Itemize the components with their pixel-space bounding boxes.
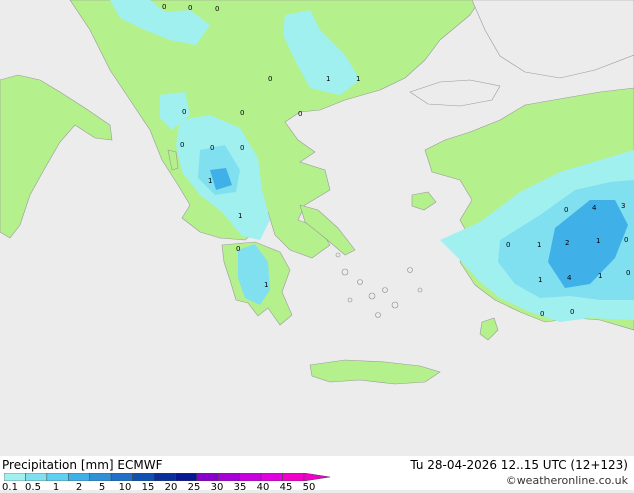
- map-value-label: 1: [356, 75, 360, 83]
- legend-swatch: [25, 473, 48, 481]
- legend-title: Precipitation [mm] ECMWF: [2, 458, 162, 472]
- map-value-label: 3: [621, 202, 625, 210]
- map-value-label: 1: [208, 177, 212, 185]
- map-value-label: 0: [188, 4, 192, 12]
- legend-swatch: [175, 473, 198, 481]
- map-value-label: 0: [236, 245, 240, 253]
- map-value-label: 0: [182, 108, 186, 116]
- legend-swatch: [110, 473, 133, 481]
- map-value-label: 0: [210, 144, 214, 152]
- legend-tick-label: 15: [141, 482, 155, 493]
- map-value-label: 0: [506, 241, 510, 249]
- map-value-label: 1: [238, 212, 242, 220]
- map-value-label: 0: [564, 206, 568, 214]
- map-value-label: 0: [180, 141, 184, 149]
- legend-tick-label: 0.1: [2, 482, 18, 493]
- map-value-label: 0: [570, 308, 574, 316]
- legend-tick-label: 25: [187, 482, 201, 493]
- legend-swatch: [239, 473, 262, 481]
- legend-tick-label: 30: [210, 482, 224, 493]
- map-value-label: 0: [240, 109, 244, 117]
- credit-text: ©weatheronline.co.uk: [505, 474, 628, 487]
- legend-swatch: [89, 473, 112, 481]
- map-value-label: 1: [537, 241, 541, 249]
- map-value-label: 0: [162, 3, 166, 11]
- map-value-label: 1: [264, 281, 268, 289]
- legend-tick-label: 5: [98, 482, 106, 493]
- map-value-label: 0: [298, 110, 302, 118]
- legend-tick-label: 0.5: [25, 482, 41, 493]
- legend-swatch: [4, 473, 26, 481]
- map-value-label: 4: [567, 274, 572, 282]
- map-value-label: 1: [326, 75, 330, 83]
- legend-arrow: [303, 473, 330, 481]
- map-value-label: 1: [538, 276, 542, 284]
- legend-variable: Precipitation [mm]: [2, 458, 114, 472]
- map-value-label: 1: [598, 272, 602, 280]
- map-value-label: 4: [592, 204, 597, 212]
- legend-swatch: [46, 473, 69, 481]
- legend-tick-label: 50: [302, 482, 316, 493]
- forecast-datetime: Tu 28-04-2026 12..15 UTC (12+123): [410, 458, 628, 472]
- map-value-label: 0: [540, 310, 544, 318]
- legend-swatch: [196, 473, 219, 481]
- legend-swatch: [153, 473, 176, 481]
- map-value-label: 1: [596, 237, 600, 245]
- map-value-label: 0: [626, 269, 630, 277]
- legend-tick-label: 35: [233, 482, 247, 493]
- legend-tick-label: 1: [52, 482, 60, 493]
- legend-model: ECMWF: [117, 458, 163, 472]
- legend-swatch: [282, 473, 305, 481]
- map-value-label: 0: [268, 75, 272, 83]
- map-value-label: 0: [240, 144, 244, 152]
- legend-tick-label: 20: [164, 482, 178, 493]
- legend-tick-label: 40: [256, 482, 270, 493]
- legend-tick-label: 10: [118, 482, 132, 493]
- map-value-label: 2: [565, 239, 569, 247]
- legend-tick-label: 2: [75, 482, 83, 493]
- legend-swatch: [218, 473, 240, 481]
- legend-swatch: [68, 473, 90, 481]
- map-value-label: 0: [215, 5, 219, 13]
- map-frame: 0 0 0 0 1 1 0 0 0 0 0 0 1 0 1 0 4 3 0 1 …: [0, 0, 634, 493]
- map-value-label: 0: [624, 236, 628, 244]
- precipitation-map: 0 0 0 0 1 1 0 0 0 0 0 0 1 0 1 0 4 3 0 1 …: [0, 0, 634, 472]
- legend-tick-label: 45: [279, 482, 293, 493]
- legend-footer: Precipitation [mm] ECMWF Tu 28-04-2026 1…: [0, 456, 634, 493]
- legend-swatch: [132, 473, 155, 481]
- legend-swatch: [260, 473, 283, 481]
- legend-color-scale: [4, 473, 330, 481]
